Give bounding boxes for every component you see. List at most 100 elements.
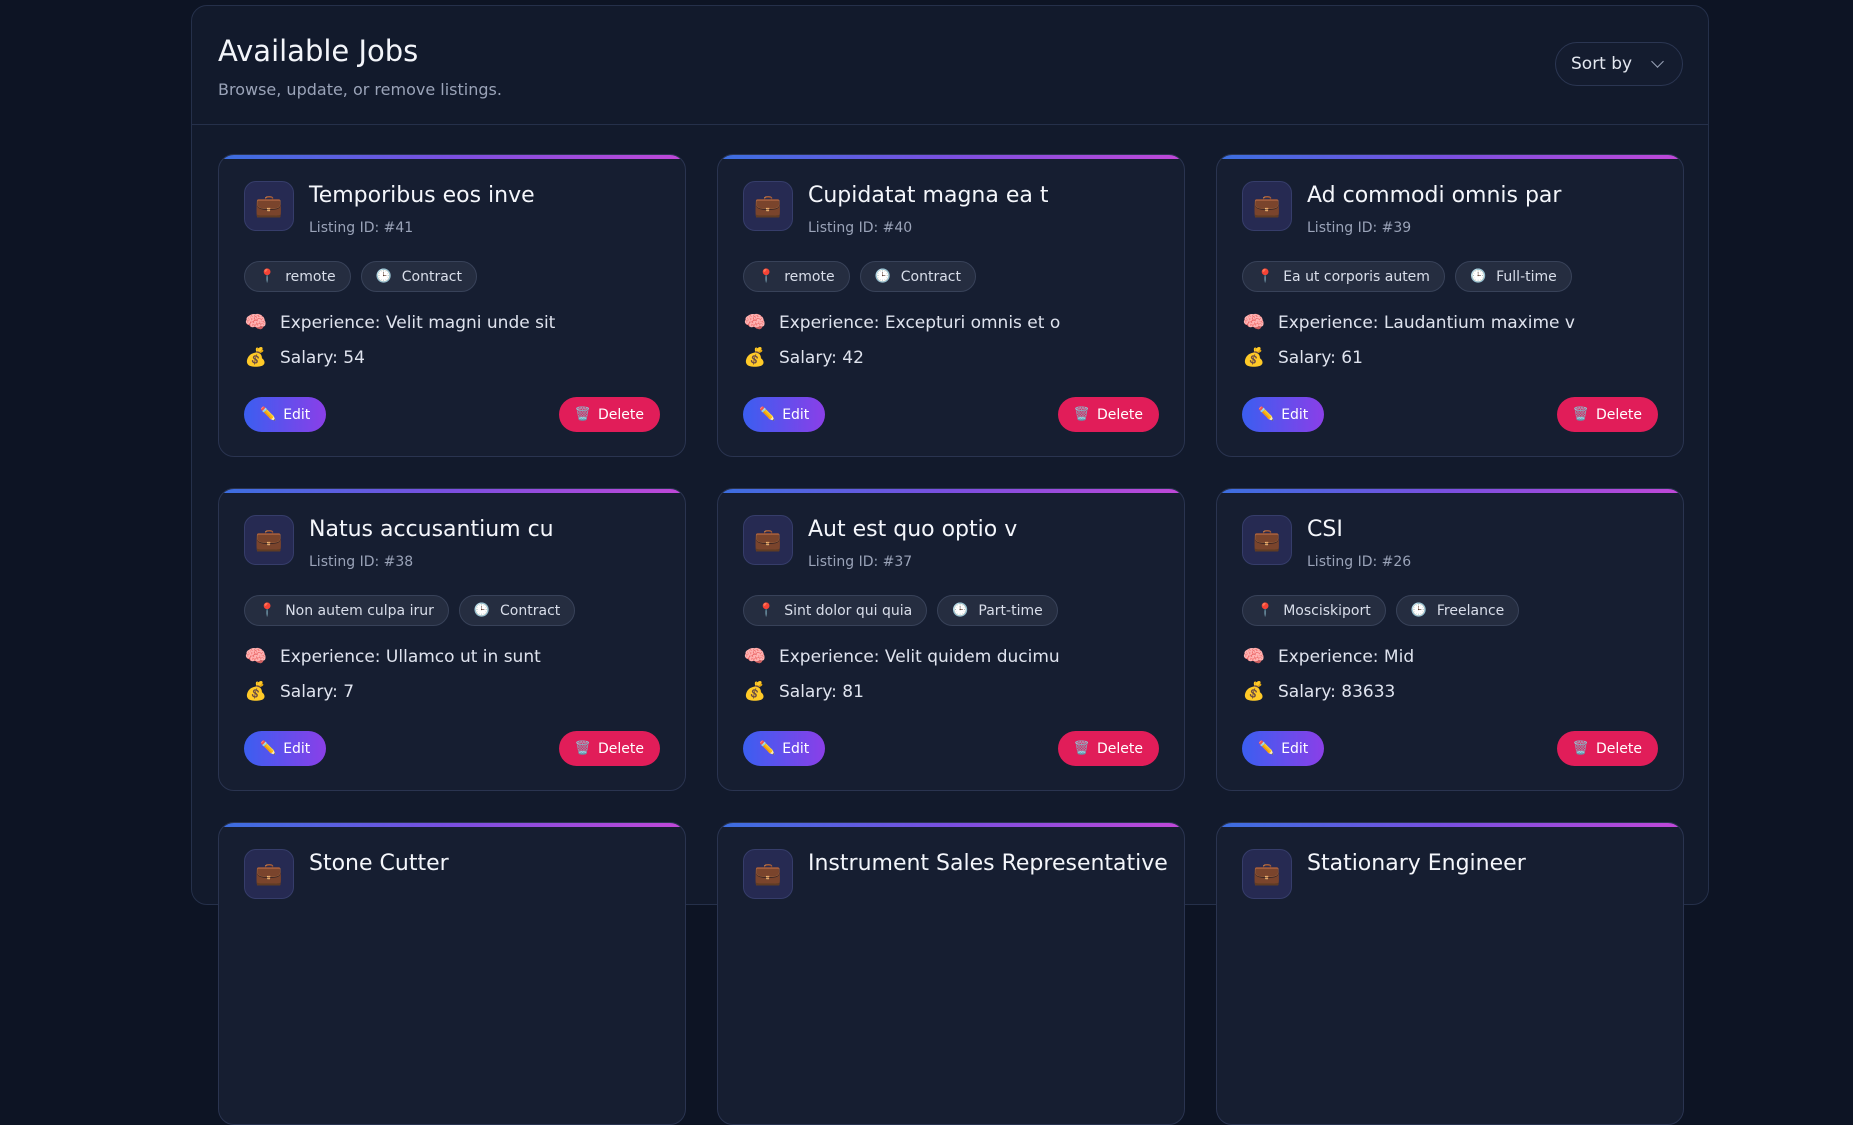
- edit-button[interactable]: ✏️ Edit: [743, 731, 826, 766]
- brain-icon: 🧠: [1242, 312, 1266, 333]
- salary-text: Salary: 61: [1278, 347, 1363, 368]
- salary-row: 💰 Salary: 61: [1242, 347, 1363, 368]
- delete-button[interactable]: 🗑️ Delete: [1057, 731, 1159, 766]
- job-tags: 📍 remote 🕒 Contract: [743, 261, 976, 292]
- location-tag: 📍 remote: [743, 261, 850, 292]
- experience-text: Experience: Mid: [1278, 646, 1415, 667]
- edit-label: Edit: [782, 406, 810, 423]
- money-bag-icon: 💰: [743, 681, 767, 702]
- pin-icon: 📍: [1257, 603, 1274, 618]
- salary-row: 💰 Salary: 54: [244, 347, 365, 368]
- edit-button[interactable]: ✏️ Edit: [1242, 731, 1325, 766]
- location-label: remote: [784, 268, 835, 285]
- jobs-panel: Available Jobs Browse, update, or remove…: [191, 5, 1709, 1125]
- trash-icon: 🗑️: [1572, 407, 1589, 422]
- delete-button[interactable]: 🗑️ Delete: [1556, 731, 1658, 766]
- job-type-tag: 🕒 Contract: [458, 595, 576, 626]
- briefcase-icon: 💼: [244, 515, 294, 565]
- edit-label: Edit: [782, 740, 810, 757]
- trash-icon: 🗑️: [1073, 741, 1090, 756]
- briefcase-icon: 💼: [1242, 181, 1292, 231]
- location-label: remote: [285, 268, 336, 285]
- salary-row: 💰 Salary: 7: [244, 681, 354, 702]
- experience-text: Experience: Laudantium maxime v: [1278, 312, 1575, 333]
- job-type-label: Contract: [401, 268, 462, 285]
- chevron-down-icon: [1651, 55, 1664, 68]
- page-subtitle: Browse, update, or remove listings.: [218, 80, 502, 99]
- experience-row: 🧠 Experience: Velit magni unde sit: [244, 312, 556, 333]
- delete-label: Delete: [1097, 740, 1143, 757]
- job-type-tag: 🕒 Contract: [360, 261, 477, 292]
- delete-button[interactable]: 🗑️ Delete: [558, 397, 660, 432]
- listing-id: Listing ID: #37: [808, 554, 913, 570]
- delete-button[interactable]: 🗑️ Delete: [1057, 397, 1159, 432]
- job-card: 💼 Instrument Sales Representative: [717, 822, 1185, 1125]
- experience-row: 🧠 Experience: Mid: [1242, 646, 1414, 667]
- job-title: Stationary Engineer: [1307, 851, 1526, 876]
- job-card: 💼 Stationary Engineer: [1216, 822, 1684, 1125]
- job-title: Ad commodi omnis par: [1307, 183, 1562, 208]
- job-title: Stone Cutter: [309, 851, 449, 876]
- clock-icon: 🕒: [1469, 269, 1487, 284]
- edit-button[interactable]: ✏️ Edit: [1242, 397, 1325, 432]
- job-tags: 📍 Mosciskiport 🕒 Freelance: [1242, 595, 1520, 626]
- money-bag-icon: 💰: [743, 347, 767, 368]
- pencil-icon: ✏️: [759, 407, 776, 422]
- salary-row: 💰 Salary: 83633: [1242, 681, 1396, 702]
- listing-id: Listing ID: #39: [1307, 220, 1412, 236]
- page-title: Available Jobs: [218, 34, 419, 68]
- pin-icon: 📍: [259, 269, 276, 284]
- job-type-tag: 🕒 Full-time: [1454, 261, 1572, 292]
- experience-row: 🧠 Experience: Excepturi omnis et o: [743, 312, 1060, 333]
- edit-button[interactable]: ✏️ Edit: [244, 397, 327, 432]
- trash-icon: 🗑️: [574, 741, 591, 756]
- location-tag: 📍 remote: [244, 261, 351, 292]
- brain-icon: 🧠: [1242, 646, 1266, 667]
- job-type-label: Freelance: [1436, 602, 1505, 619]
- briefcase-icon: 💼: [743, 181, 793, 231]
- edit-label: Edit: [1281, 740, 1309, 757]
- job-title: Aut est quo optio v: [808, 517, 1018, 542]
- job-title: CSI: [1307, 517, 1343, 542]
- delete-label: Delete: [1596, 406, 1642, 423]
- delete-label: Delete: [1596, 740, 1642, 757]
- job-title: Instrument Sales Representative: [808, 851, 1168, 876]
- job-title: Natus accusantium cu: [309, 517, 554, 542]
- job-type-label: Contract: [900, 268, 961, 285]
- clock-icon: 🕒: [1410, 603, 1427, 618]
- job-card: 💼 Stone Cutter: [218, 822, 686, 1125]
- job-card: 💼 Aut est quo optio v Listing ID: #37 📍 S…: [717, 488, 1185, 791]
- location-tag: 📍 Ea ut corporis autem: [1242, 261, 1445, 292]
- job-card: 💼 Ad commodi omnis par Listing ID: #39 📍…: [1216, 154, 1684, 457]
- salary-text: Salary: 54: [280, 347, 365, 368]
- experience-row: 🧠 Experience: Velit quidem ducimu: [743, 646, 1060, 667]
- clock-icon: 🕒: [952, 603, 969, 618]
- location-tag: 📍 Mosciskiport: [1242, 595, 1386, 626]
- edit-button[interactable]: ✏️ Edit: [244, 731, 327, 766]
- delete-label: Delete: [1097, 406, 1143, 423]
- location-label: Sint dolor qui quia: [784, 602, 913, 619]
- delete-button[interactable]: 🗑️ Delete: [1556, 397, 1658, 432]
- job-type-label: Contract: [500, 602, 561, 619]
- salary-row: 💰 Salary: 81: [743, 681, 864, 702]
- salary-text: Salary: 7: [280, 681, 355, 702]
- salary-text: Salary: 81: [779, 681, 864, 702]
- listing-id: Listing ID: #41: [309, 220, 414, 236]
- location-label: Non autem culpa irur: [285, 602, 434, 619]
- brain-icon: 🧠: [244, 312, 268, 333]
- experience-row: 🧠 Experience: Ullamco ut in sunt: [244, 646, 541, 667]
- edit-button[interactable]: ✏️ Edit: [743, 397, 826, 432]
- briefcase-icon: 💼: [244, 849, 294, 899]
- delete-button[interactable]: 🗑️ Delete: [558, 731, 660, 766]
- brain-icon: 🧠: [244, 646, 268, 667]
- job-type-tag: 🕒 Contract: [859, 261, 976, 292]
- experience-text: Experience: Ullamco ut in sunt: [280, 646, 541, 667]
- job-type-tag: 🕒 Freelance: [1395, 595, 1520, 626]
- job-card: 💼 Cupidatat magna ea t Listing ID: #40 📍…: [717, 154, 1185, 457]
- delete-label: Delete: [598, 740, 644, 757]
- listing-id: Listing ID: #38: [309, 554, 414, 570]
- job-tags: 📍 Ea ut corporis autem 🕒 Full-time: [1242, 261, 1572, 292]
- sort-dropdown[interactable]: Sort by: [1555, 42, 1683, 86]
- brain-icon: 🧠: [743, 646, 767, 667]
- edit-label: Edit: [283, 406, 311, 423]
